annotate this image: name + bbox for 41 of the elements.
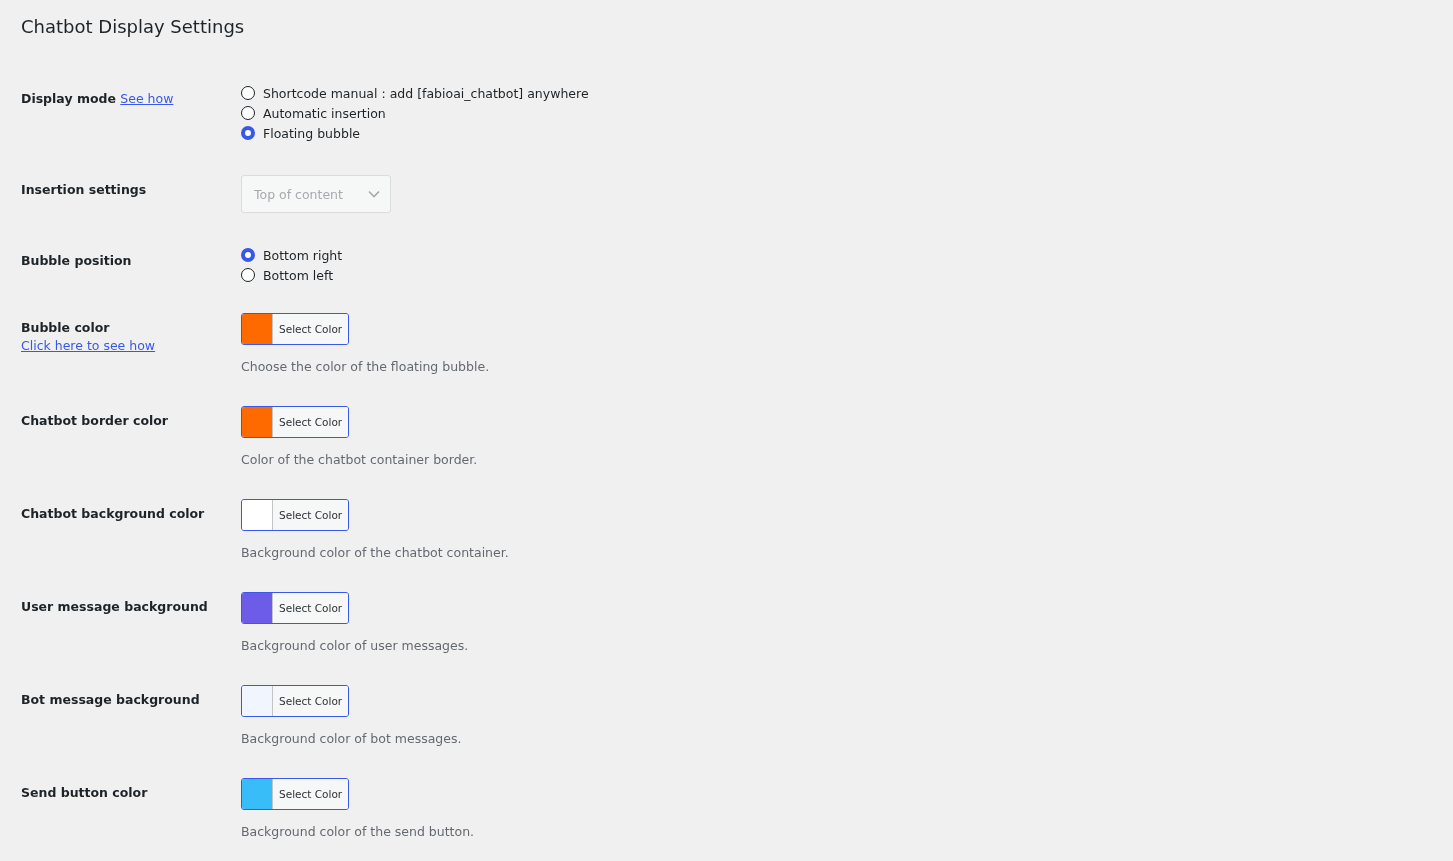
color-swatch[interactable] [242,500,273,530]
help-link[interactable]: See how [120,91,174,106]
field-description: Background color of user messages. [241,638,469,653]
color-swatch[interactable] [242,593,273,623]
radio-label: Bottom left [263,267,334,283]
color-swatch[interactable] [242,686,273,716]
field-description: Background color of bot messages. [241,731,462,746]
radio-label: Shortcode manual : add [fabioai_chatbot] anywhere [263,85,589,101]
setting-label: Display mode See how [21,90,175,108]
color-swatch[interactable] [242,779,273,809]
setting-label: Chatbot background color [21,505,206,523]
radio-button[interactable] [241,86,255,100]
setting-label: Insertion settings [21,181,148,199]
setting-label: Bubble position [21,252,133,270]
radio-button[interactable] [241,248,255,262]
radio-label: Automatic insertion [263,105,386,121]
select-color-button[interactable]: Select Color [273,686,349,716]
radio-label: Bottom right [263,247,343,263]
page-title: Chatbot Display Settings [21,16,246,37]
setting-label: User message background [21,598,209,616]
help-link[interactable]: Click here to see how [21,338,156,353]
select-color-button[interactable]: Select Color [273,314,349,344]
setting-label: Chatbot border color [21,412,170,430]
radio-label: Floating bubble [263,125,361,141]
chevron-down-icon [368,190,380,198]
radio-button[interactable] [241,106,255,120]
field-description: Choose the color of the floating bubble. [241,359,490,374]
field-description: Color of the chatbot container border. [241,452,478,467]
setting-label: Bubble color Click here to see how [21,319,157,355]
field-description: Background color of the chatbot container. [241,545,509,560]
select-color-button[interactable]: Select Color [273,500,349,530]
color-swatch[interactable] [242,314,273,344]
setting-label: Send button color [21,784,149,802]
select-color-button[interactable]: Select Color [273,779,349,809]
select-color-button[interactable]: Select Color [273,407,349,437]
radio-button[interactable] [241,268,255,282]
color-swatch[interactable] [242,407,273,437]
radio-button[interactable] [241,126,255,140]
setting-label: Bot message background [21,691,201,709]
select-color-button[interactable]: Select Color [273,593,349,623]
field-description: Background color of the send button. [241,824,475,839]
